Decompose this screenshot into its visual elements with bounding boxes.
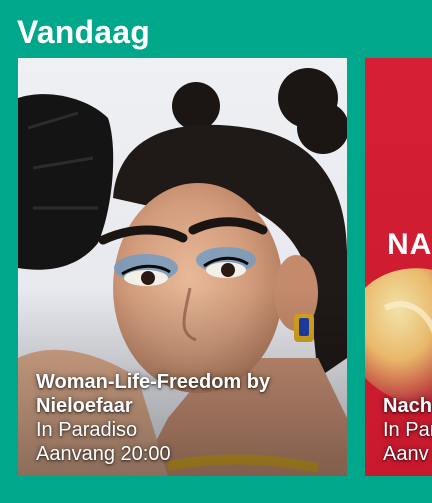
event-info: Nach In Para Aanv [365, 394, 432, 476]
events-carousel[interactable]: Woman-Life-Freedom by Nieloefaar In Para… [0, 58, 432, 476]
event-card[interactable]: Woman-Life-Freedom by Nieloefaar In Para… [18, 58, 347, 476]
event-venue: In Para [383, 419, 432, 441]
event-info: Woman-Life-Freedom by Nieloefaar In Para… [18, 370, 347, 476]
event-title: Nach [383, 395, 432, 417]
event-card[interactable]: NA Nach In Para Aanv [365, 58, 432, 476]
event-time: Aanvang 20:00 [36, 443, 171, 465]
event-venue: In Paradiso [36, 419, 138, 441]
event-title: Woman-Life-Freedom by Nieloefaar [36, 371, 271, 417]
poster-text: NA [387, 228, 432, 261]
event-time: Aanv [383, 443, 429, 465]
section-title: Vandaag [17, 14, 151, 50]
